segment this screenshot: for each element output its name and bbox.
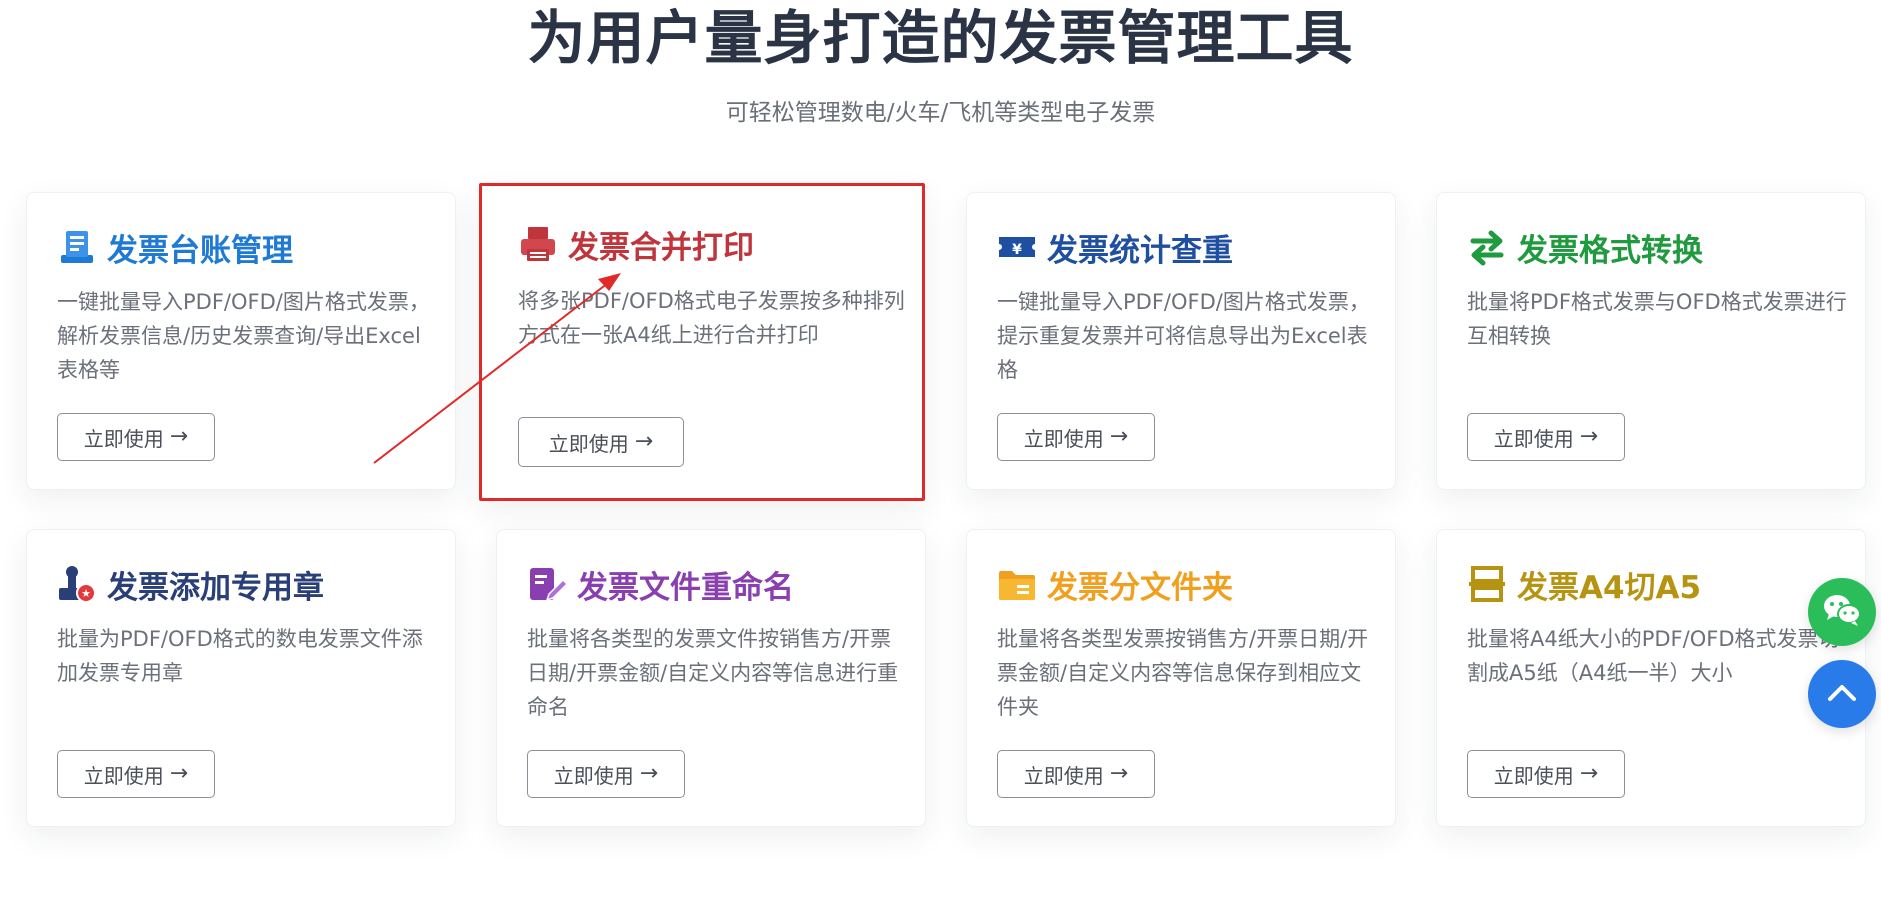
card-description: 一键批量导入PDF/OFD/图片格式发票，提示重复发票并可将信息导出为Excel… <box>997 290 1370 382</box>
card-description: 批量为PDF/OFD格式的数电发票文件添加发票专用章 <box>57 627 423 685</box>
use-now-button[interactable]: 立即使用 → <box>1467 413 1625 461</box>
card-a4-to-a5: 发票A4切A5 批量将A4纸大小的PDF/OFD格式发票切割成A5纸（A4纸一半… <box>1436 529 1866 827</box>
card-header: 发票合并打印 <box>518 222 754 266</box>
card-title: 发票格式转换 <box>1517 232 1703 269</box>
swap-arrows-icon <box>1467 227 1507 267</box>
arrow-right-icon: → <box>169 424 189 449</box>
card-title: 发票文件重命名 <box>577 569 794 606</box>
use-now-button[interactable]: 立即使用 → <box>518 417 684 467</box>
button-label: 立即使用 <box>83 763 164 788</box>
card-title: 发票A4切A5 <box>1517 569 1702 606</box>
use-now-button[interactable]: 立即使用 → <box>997 413 1155 461</box>
button-label: 立即使用 <box>548 431 629 456</box>
page-subtitle: 可轻松管理数电/火车/飞机等类型电子发票 <box>725 100 1156 126</box>
card-title: 发票添加专用章 <box>107 569 324 606</box>
card-header: 发票A4切A5 <box>1467 562 1701 606</box>
card-title: 发票分文件夹 <box>1047 569 1233 606</box>
stamp-icon: ★ <box>57 564 97 604</box>
arrow-right-icon: → <box>169 761 189 786</box>
card-title: 发票统计查重 <box>1047 232 1233 269</box>
chevron-up-icon <box>1827 682 1857 706</box>
ledger-icon <box>57 227 97 267</box>
card-header: 发票格式转换 <box>1467 225 1703 269</box>
use-now-button[interactable]: 立即使用 → <box>1467 750 1625 798</box>
button-label: 立即使用 <box>1023 763 1104 788</box>
card-title: 发票合并打印 <box>568 229 754 266</box>
page-title: 为用户量身打造的发票管理工具 <box>527 4 1354 72</box>
button-label: 立即使用 <box>553 763 634 788</box>
card-split-folders: 发票分文件夹 批量将各类型发票按销售方/开票日期/开票金额/自定义内容等信息保存… <box>966 529 1396 827</box>
card-header: ★ 发票添加专用章 <box>57 562 324 606</box>
cut-page-icon <box>1467 564 1507 604</box>
card-description: 批量将各类型的发票文件按销售方/开票日期/开票金额/自定义内容等信息进行重命名 <box>527 627 899 719</box>
card-invoice-stats: ¥ 发票统计查重 一键批量导入PDF/OFD/图片格式发票，提示重复发票并可将信… <box>966 192 1396 490</box>
arrow-right-icon: → <box>639 761 659 786</box>
use-now-button[interactable]: 立即使用 → <box>57 413 215 461</box>
yen-ticket-icon: ¥ <box>997 227 1037 267</box>
arrow-right-icon: → <box>1579 761 1599 786</box>
card-format-convert: 发票格式转换 批量将PDF格式发票与OFD格式发票进行互相转换 立即使用 → <box>1436 192 1866 490</box>
card-invoice-ledger: 发票台账管理 一键批量导入PDF/OFD/图片格式发票，解析发票信息/历史发票查… <box>26 192 456 490</box>
arrow-right-icon: → <box>634 429 654 454</box>
arrow-right-icon: → <box>1579 424 1599 449</box>
button-label: 立即使用 <box>83 426 164 451</box>
use-now-button[interactable]: 立即使用 → <box>527 750 685 798</box>
svg-text:¥: ¥ <box>1012 242 1022 258</box>
card-add-seal: ★ 发票添加专用章 批量为PDF/OFD格式的数电发票文件添加发票专用章 立即使… <box>26 529 456 827</box>
card-header: 发票分文件夹 <box>997 562 1233 606</box>
use-now-button[interactable]: 立即使用 → <box>57 750 215 798</box>
button-label: 立即使用 <box>1493 763 1574 788</box>
button-label: 立即使用 <box>1493 426 1574 451</box>
edit-file-icon <box>527 564 569 604</box>
wechat-icon <box>1822 593 1862 631</box>
page: 为用户量身打造的发票管理工具 可轻松管理数电/火车/飞机等类型电子发票 发票台账… <box>0 0 1881 916</box>
button-label: 立即使用 <box>1023 426 1104 451</box>
card-description: 批量将PDF格式发票与OFD格式发票进行互相转换 <box>1467 290 1847 348</box>
arrow-right-icon: → <box>1109 424 1129 449</box>
card-description: 一键批量导入PDF/OFD/图片格式发票，解析发票信息/历史发票查询/导出Exc… <box>57 290 430 382</box>
card-description: 批量将A4纸大小的PDF/OFD格式发票切割成A5纸（A4纸一半）大小 <box>1467 627 1840 685</box>
card-header: 发票台账管理 <box>57 225 293 269</box>
card-header: 发票文件重命名 <box>527 562 794 606</box>
folder-icon <box>997 564 1037 604</box>
back-to-top-button[interactable] <box>1808 660 1876 728</box>
arrow-right-icon: → <box>1109 761 1129 786</box>
card-description: 将多张PDF/OFD格式电子发票按多种排列方式在一张A4纸上进行合并打印 <box>518 289 905 347</box>
card-header: ¥ 发票统计查重 <box>997 225 1233 269</box>
wechat-button[interactable] <box>1808 578 1876 646</box>
printer-icon <box>518 224 558 264</box>
card-description: 批量将各类型发票按销售方/开票日期/开票金额/自定义内容等信息保存到相应文件夹 <box>997 627 1369 719</box>
card-merge-print: 发票合并打印 将多张PDF/OFD格式电子发票按多种排列方式在一张A4纸上进行合… <box>479 183 925 501</box>
card-title: 发票台账管理 <box>107 232 293 269</box>
use-now-button[interactable]: 立即使用 → <box>997 750 1155 798</box>
card-file-rename: 发票文件重命名 批量将各类型的发票文件按销售方/开票日期/开票金额/自定义内容等… <box>496 529 926 827</box>
svg-text:★: ★ <box>81 587 91 600</box>
